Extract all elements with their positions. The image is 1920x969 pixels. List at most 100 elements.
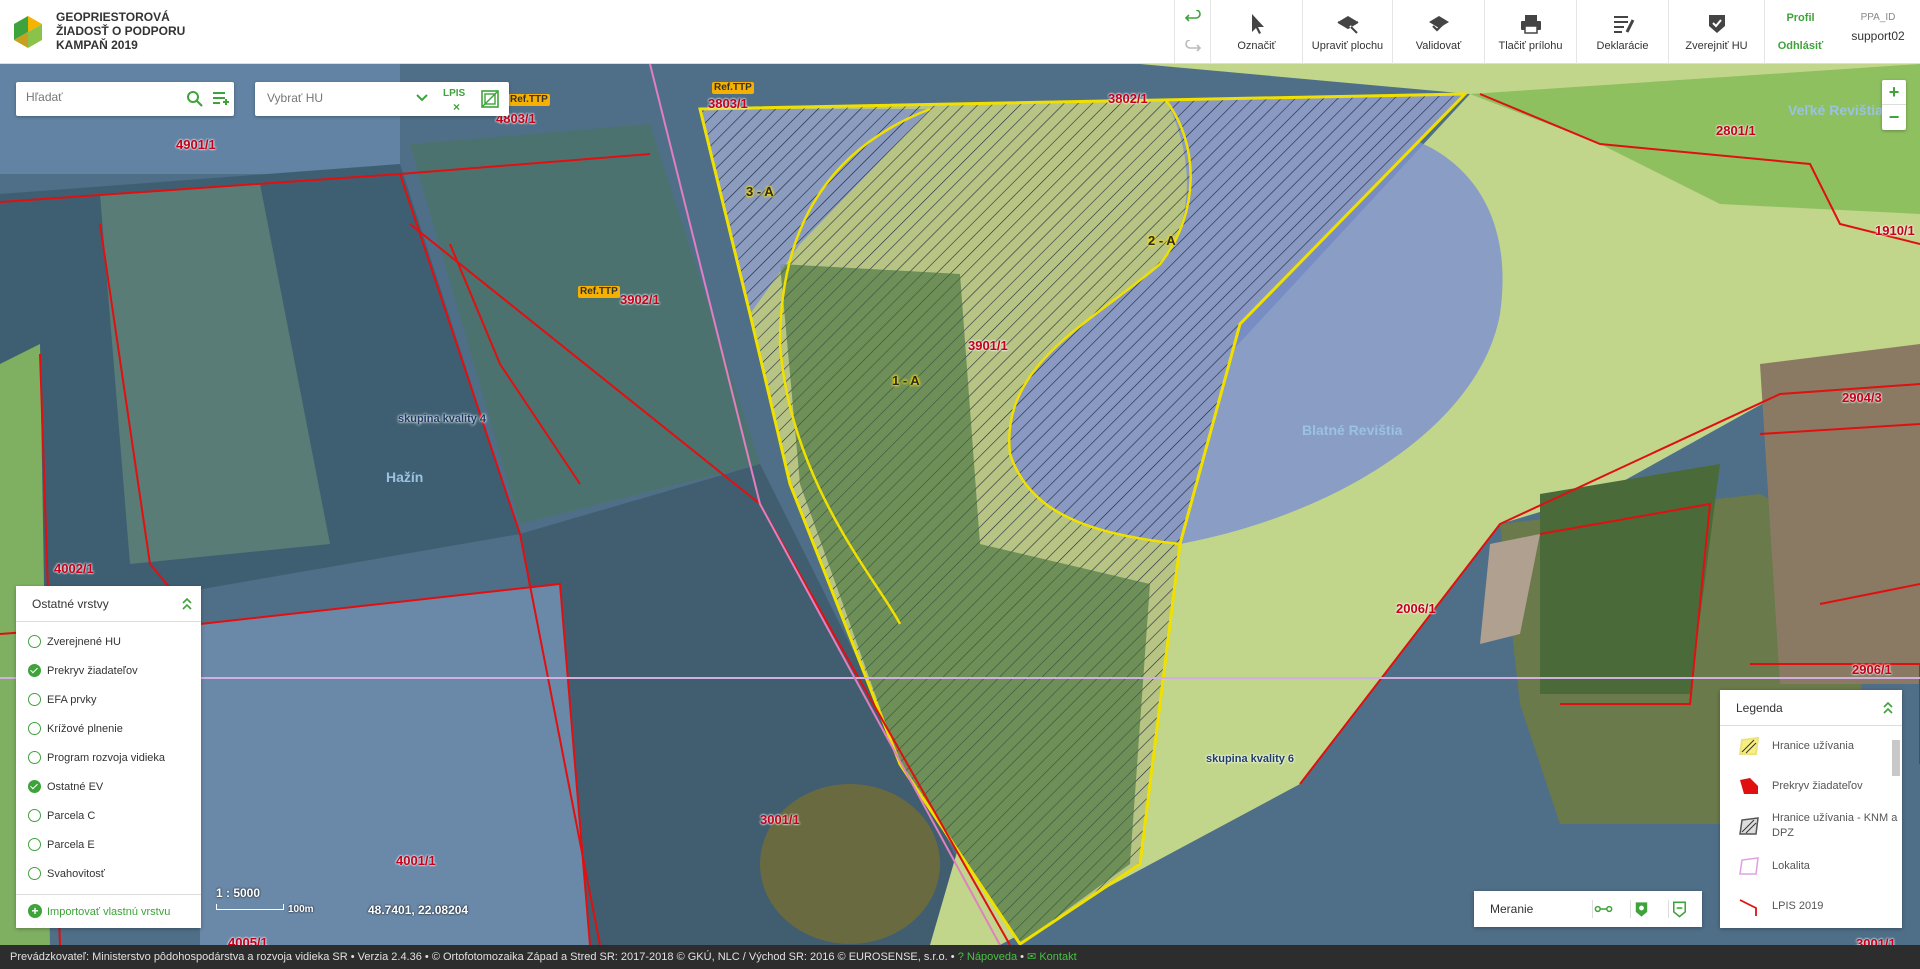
footer-version: Verzia 2.4.36 xyxy=(357,951,422,963)
hu-label: 2 - A xyxy=(1148,233,1176,248)
measure-label: Meranie xyxy=(1490,902,1534,916)
hu-label: 3 - A xyxy=(746,184,774,199)
tool-declarations[interactable]: Deklarácie xyxy=(1576,0,1668,64)
lpis-close-icon[interactable]: × xyxy=(453,100,460,114)
measure-area-icon[interactable] xyxy=(1630,900,1652,918)
parcel-label: 4005/1 xyxy=(228,935,268,945)
radio-icon[interactable] xyxy=(28,750,41,764)
layer-item[interactable]: Parcela E xyxy=(16,831,201,860)
tool-publish[interactable]: Zverejniť HU xyxy=(1668,0,1764,64)
layer-item[interactable]: Svahovitosť xyxy=(16,860,201,889)
measure-panel: Meranie xyxy=(1474,891,1702,927)
legend-item-label: Prekryv žiadateľov xyxy=(1772,779,1863,792)
legend-scrollbar[interactable] xyxy=(1890,730,1900,926)
legend-item-label: Hranice užívania - KNM a DPZ xyxy=(1772,812,1898,839)
place-label: Veľké Revištia xyxy=(1788,102,1883,118)
footer: Prevádzkovateľ: Ministerstvo pôdohospodá… xyxy=(0,945,1920,969)
overlap-red-swatch-icon xyxy=(1740,778,1758,794)
radio-icon[interactable] xyxy=(28,837,41,851)
map-imagery xyxy=(0,64,1920,945)
hu-label: 1 - A xyxy=(892,373,920,388)
footer-operator: Prevádzkovateľ: Ministerstvo pôdohospodá… xyxy=(10,951,348,963)
measure-distance-icon[interactable] xyxy=(1592,900,1614,918)
tool-validate[interactable]: Validovať xyxy=(1392,0,1484,64)
radio-checked-icon[interactable] xyxy=(28,779,41,793)
profile-column: Profil Odhlásiť xyxy=(1764,0,1836,64)
legend-item: LPIS 2019 xyxy=(1720,886,1902,926)
help-icon[interactable]: ? xyxy=(958,951,964,963)
collapse-chevron-icon[interactable] xyxy=(1882,700,1894,716)
radio-checked-icon[interactable] xyxy=(28,663,41,677)
contact-link[interactable]: Kontakt xyxy=(1039,951,1076,963)
tool-print[interactable]: Tlačiť prílohu xyxy=(1484,0,1576,64)
legend-item: Hranice užívania xyxy=(1720,726,1902,766)
username: support02 xyxy=(1851,29,1905,43)
logout-link[interactable]: Odhlásiť xyxy=(1765,40,1836,52)
quality-label: skupina kvality 4 xyxy=(398,413,487,425)
app-title-line-2: ŽIADOSŤ O PODPORU xyxy=(56,24,186,38)
legend-item-label: LPIS 2019 xyxy=(1772,899,1824,912)
hu-select[interactable]: Vybrať HU LPIS × xyxy=(255,82,509,116)
legend-item: Hranice užívania - KNM a DPZ xyxy=(1720,806,1902,846)
parcel-label: 2801/1 xyxy=(1716,123,1756,138)
place-label: Hažín xyxy=(386,469,424,485)
search-input[interactable] xyxy=(26,90,166,104)
radio-icon[interactable] xyxy=(28,634,41,648)
ppa-id-label: PPA_ID xyxy=(1860,12,1896,23)
parcel-label: 2906/1 xyxy=(1852,662,1892,677)
map-canvas[interactable]: 4901/1 4803/1 3803/1 3802/1 2801/1 1910/… xyxy=(0,64,1920,945)
chevron-down-icon[interactable] xyxy=(415,91,429,105)
radio-icon[interactable] xyxy=(28,692,41,706)
layer-toggle-icon[interactable] xyxy=(481,90,499,108)
radio-icon[interactable] xyxy=(28,808,41,822)
publish-icon xyxy=(1708,15,1725,33)
layer-item[interactable]: Zverejnené HU xyxy=(16,628,201,657)
undo-icon[interactable] xyxy=(1184,9,1201,24)
app-logo xyxy=(14,16,42,48)
app-title-line-3: KAMPAŇ 2019 xyxy=(56,38,138,52)
parcel-label: 3001/1 xyxy=(760,812,800,827)
app-header: GEOPRIESTOROVÁ ŽIADOSŤ O PODPORU KAMPAŇ … xyxy=(0,0,1920,64)
legend-header[interactable]: Legenda xyxy=(1720,690,1902,726)
redo-icon[interactable] xyxy=(1185,39,1202,54)
tool-select[interactable]: Označiť xyxy=(1210,0,1302,64)
radio-icon[interactable] xyxy=(28,721,41,735)
app-title: GEOPRIESTOROVÁ ŽIADOSŤ O PODPORU KAMPAŇ … xyxy=(56,10,185,52)
layer-item[interactable]: EFA prvky xyxy=(16,686,201,715)
layers-panel-header[interactable]: Ostatné vrstvy xyxy=(16,586,201,622)
layer-label: Prekryv žiadateľov xyxy=(47,665,138,677)
profile-link[interactable]: Profil xyxy=(1765,12,1836,24)
mail-icon[interactable]: ✉ xyxy=(1027,951,1036,963)
parcel-label: 3902/1 xyxy=(620,292,660,307)
help-link[interactable]: Nápoveda xyxy=(967,951,1017,963)
layer-item[interactable]: Ostatné EV xyxy=(16,773,201,802)
legend-item: Prekryv žiadateľov xyxy=(1720,766,1902,806)
search-icon[interactable] xyxy=(186,90,204,108)
layers-list: Zverejnené HU Prekryv žiadateľov EFA prv… xyxy=(16,622,201,889)
layer-label: Ostatné EV xyxy=(47,781,104,793)
import-layer-button[interactable]: + Importovať vlastnú vrstvu xyxy=(16,894,201,928)
layer-item[interactable]: Parcela C xyxy=(16,802,201,831)
lpis-toggle-label[interactable]: LPIS xyxy=(443,88,465,99)
tool-edit-area[interactable]: Upraviť plochu xyxy=(1302,0,1392,64)
layer-item[interactable]: Krížové plnenie xyxy=(16,715,201,744)
layer-item[interactable]: Program rozvoja vidieka xyxy=(16,744,201,773)
print-icon xyxy=(1520,15,1541,34)
zoom-out-button[interactable]: − xyxy=(1882,105,1906,130)
legend-scrollbar-thumb[interactable] xyxy=(1892,740,1900,776)
measure-clear-icon[interactable] xyxy=(1668,900,1690,918)
quality-label: skupina kvality 6 xyxy=(1206,753,1295,765)
list-filter-icon[interactable] xyxy=(212,90,230,108)
layers-panel: Ostatné vrstvy Zverejnené HU Prekryv žia… xyxy=(16,586,201,928)
radio-icon[interactable] xyxy=(28,866,41,880)
locality-pink-swatch-icon xyxy=(1739,857,1759,875)
user-info: PPA_ID support02 xyxy=(1836,0,1920,64)
ref-ttp-tag: Ref.TTP xyxy=(712,82,754,94)
zoom-in-button[interactable]: + xyxy=(1882,80,1906,105)
app-title-line-1: GEOPRIESTOROVÁ xyxy=(56,10,170,24)
legend-title: Legenda xyxy=(1736,701,1783,715)
scale-ratio: 1 : 5000 xyxy=(216,886,261,900)
layer-item[interactable]: Prekryv žiadateľov xyxy=(16,657,201,686)
parcel-label: 4901/1 xyxy=(176,137,216,152)
collapse-chevron-icon[interactable] xyxy=(181,596,193,612)
